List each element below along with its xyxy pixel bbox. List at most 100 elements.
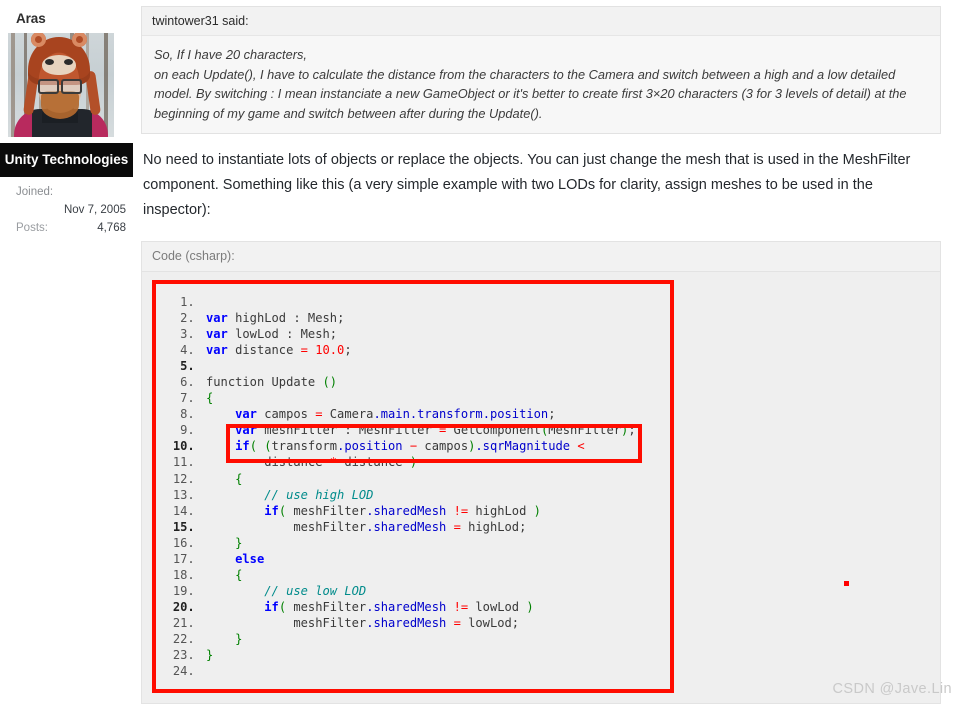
code-token-op: != — [453, 599, 469, 614]
code-line: // use high LOD — [202, 487, 670, 503]
code-token-plain: campos — [417, 439, 469, 454]
quote-line-1: So, If I have 20 characters, — [154, 47, 307, 62]
avatar-hat-tiger-face — [42, 55, 76, 75]
code-token-brc: ( — [278, 503, 287, 518]
code-line: meshFilter.sharedMesh = lowLod; — [202, 615, 670, 631]
posts-label: Posts: — [16, 222, 48, 234]
joined-label: Joined: — [16, 186, 54, 198]
code-line: if( meshFilter.sharedMesh != highLod ) — [202, 503, 670, 519]
code-token-brc: ) — [409, 455, 418, 470]
code-line — [202, 663, 670, 679]
posts-row: Posts: 4,768 — [16, 219, 126, 237]
quote-line-2: on each Update(), I have to calculate th… — [154, 66, 896, 82]
code-line: var meshFilter : MeshFilter = GetCompone… — [202, 422, 670, 438]
code-line: var highLod : Mesh; — [202, 310, 670, 326]
avatar[interactable] — [8, 33, 114, 137]
code-token-plain: GetComponent — [446, 423, 541, 438]
code-token-brc: ( — [278, 599, 287, 614]
code-token-prop: .sharedMesh — [366, 519, 447, 534]
code-line: else — [202, 551, 670, 567]
code-token-prop: .main — [373, 407, 410, 422]
code-token-plain: lowLod : Mesh — [227, 327, 330, 342]
quote-line-3: model. By switching : I mean instanciate… — [154, 86, 907, 101]
code-line: if( (transform.position − campos).sqrMag… — [202, 438, 670, 454]
code-line: { — [202, 471, 670, 487]
quote-attribution[interactable]: twintower31 said: — [142, 7, 940, 36]
posts-value: 4,768 — [97, 222, 126, 234]
code-token-prop: .sqrMagnitude — [475, 439, 571, 454]
code-token-kw: if — [264, 503, 279, 518]
code-block-body: var highLod : Mesh;var lowLod : Mesh;var… — [142, 272, 940, 703]
code-line: distance * distance ) — [202, 454, 670, 470]
code-token-brc: } — [235, 535, 243, 550]
code-token-plain: highLod; — [460, 519, 527, 534]
post-author-column: Aras Unity Technologies Joined: Nov 7, 2… — [0, 0, 133, 705]
code-line: } — [202, 631, 670, 647]
code-token-plain: lowLod; — [460, 615, 520, 630]
csdn-watermark: CSDN @Jave.Lin — [832, 681, 952, 697]
code-token-kw: var — [206, 311, 228, 326]
code-token-prop: .transform — [409, 407, 483, 422]
avatar-glasses — [38, 79, 82, 94]
code-line: // use low LOD — [202, 583, 670, 599]
code-token-op: = — [300, 343, 308, 358]
code-token-op: = — [315, 407, 323, 422]
code-token-plain: meshFilter — [286, 599, 367, 614]
code-token-brc: { — [235, 471, 243, 486]
code-token-plain: lowLod — [468, 599, 527, 614]
code-token-prop: .sharedMesh — [366, 599, 447, 614]
code-token-plain: distance — [337, 455, 410, 470]
code-token-op: = — [453, 615, 461, 630]
quote-block: twintower31 said: So, If I have 20 chara… — [141, 6, 941, 134]
code-token-brc: ( — [249, 439, 257, 454]
code-lines[interactable]: var highLod : Mesh;var lowLod : Mesh;var… — [156, 294, 670, 679]
code-token-kw: var — [206, 343, 228, 358]
code-token-plain: MeshFilter — [548, 423, 622, 438]
code-token-kw: if — [235, 439, 250, 454]
code-token-cmt: // use high LOD — [264, 487, 374, 502]
code-token-op: = — [453, 519, 461, 534]
code-token-op: < — [577, 439, 585, 454]
code-token-plain: function Update — [206, 375, 323, 390]
avatar-beard — [41, 91, 79, 119]
code-token-plain: ; — [344, 343, 352, 358]
code-token-op: != — [453, 503, 469, 518]
code-line: var campos = Camera.main.transform.posit… — [202, 406, 670, 422]
code-token-plain: meshFilter : MeshFilter — [256, 423, 439, 438]
code-line: } — [202, 535, 670, 551]
code-token-plain: Camera — [322, 407, 374, 422]
code-token-brc: { — [235, 567, 243, 582]
code-token-kw: if — [264, 599, 279, 614]
code-token-plain: meshFilter — [206, 615, 367, 630]
quote-text: So, If I have 20 characters, on each Upd… — [142, 36, 940, 133]
reply-paragraph: No need to instantiate lots of objects o… — [143, 152, 911, 218]
code-token-prop: .sharedMesh — [366, 615, 447, 630]
author-username[interactable]: Aras — [16, 12, 133, 26]
author-role-badge: Unity Technologies — [0, 143, 133, 177]
code-token-plain: campos — [256, 407, 316, 422]
code-line: } — [202, 647, 670, 663]
code-token-plain: ; — [337, 311, 345, 326]
code-token-brc: ) — [526, 599, 534, 614]
code-token-kw: else — [235, 551, 265, 566]
forum-post: Aras Unity Technologies Joined: Nov 7, 2… — [0, 0, 966, 705]
code-line: var lowLod : Mesh; — [202, 326, 670, 342]
code-token-plain: ; — [628, 423, 636, 438]
code-line: { — [202, 390, 670, 406]
code-token-plain: meshFilter — [286, 503, 367, 518]
code-token-kw: var — [235, 407, 257, 422]
code-token-brc: } — [206, 648, 214, 663]
